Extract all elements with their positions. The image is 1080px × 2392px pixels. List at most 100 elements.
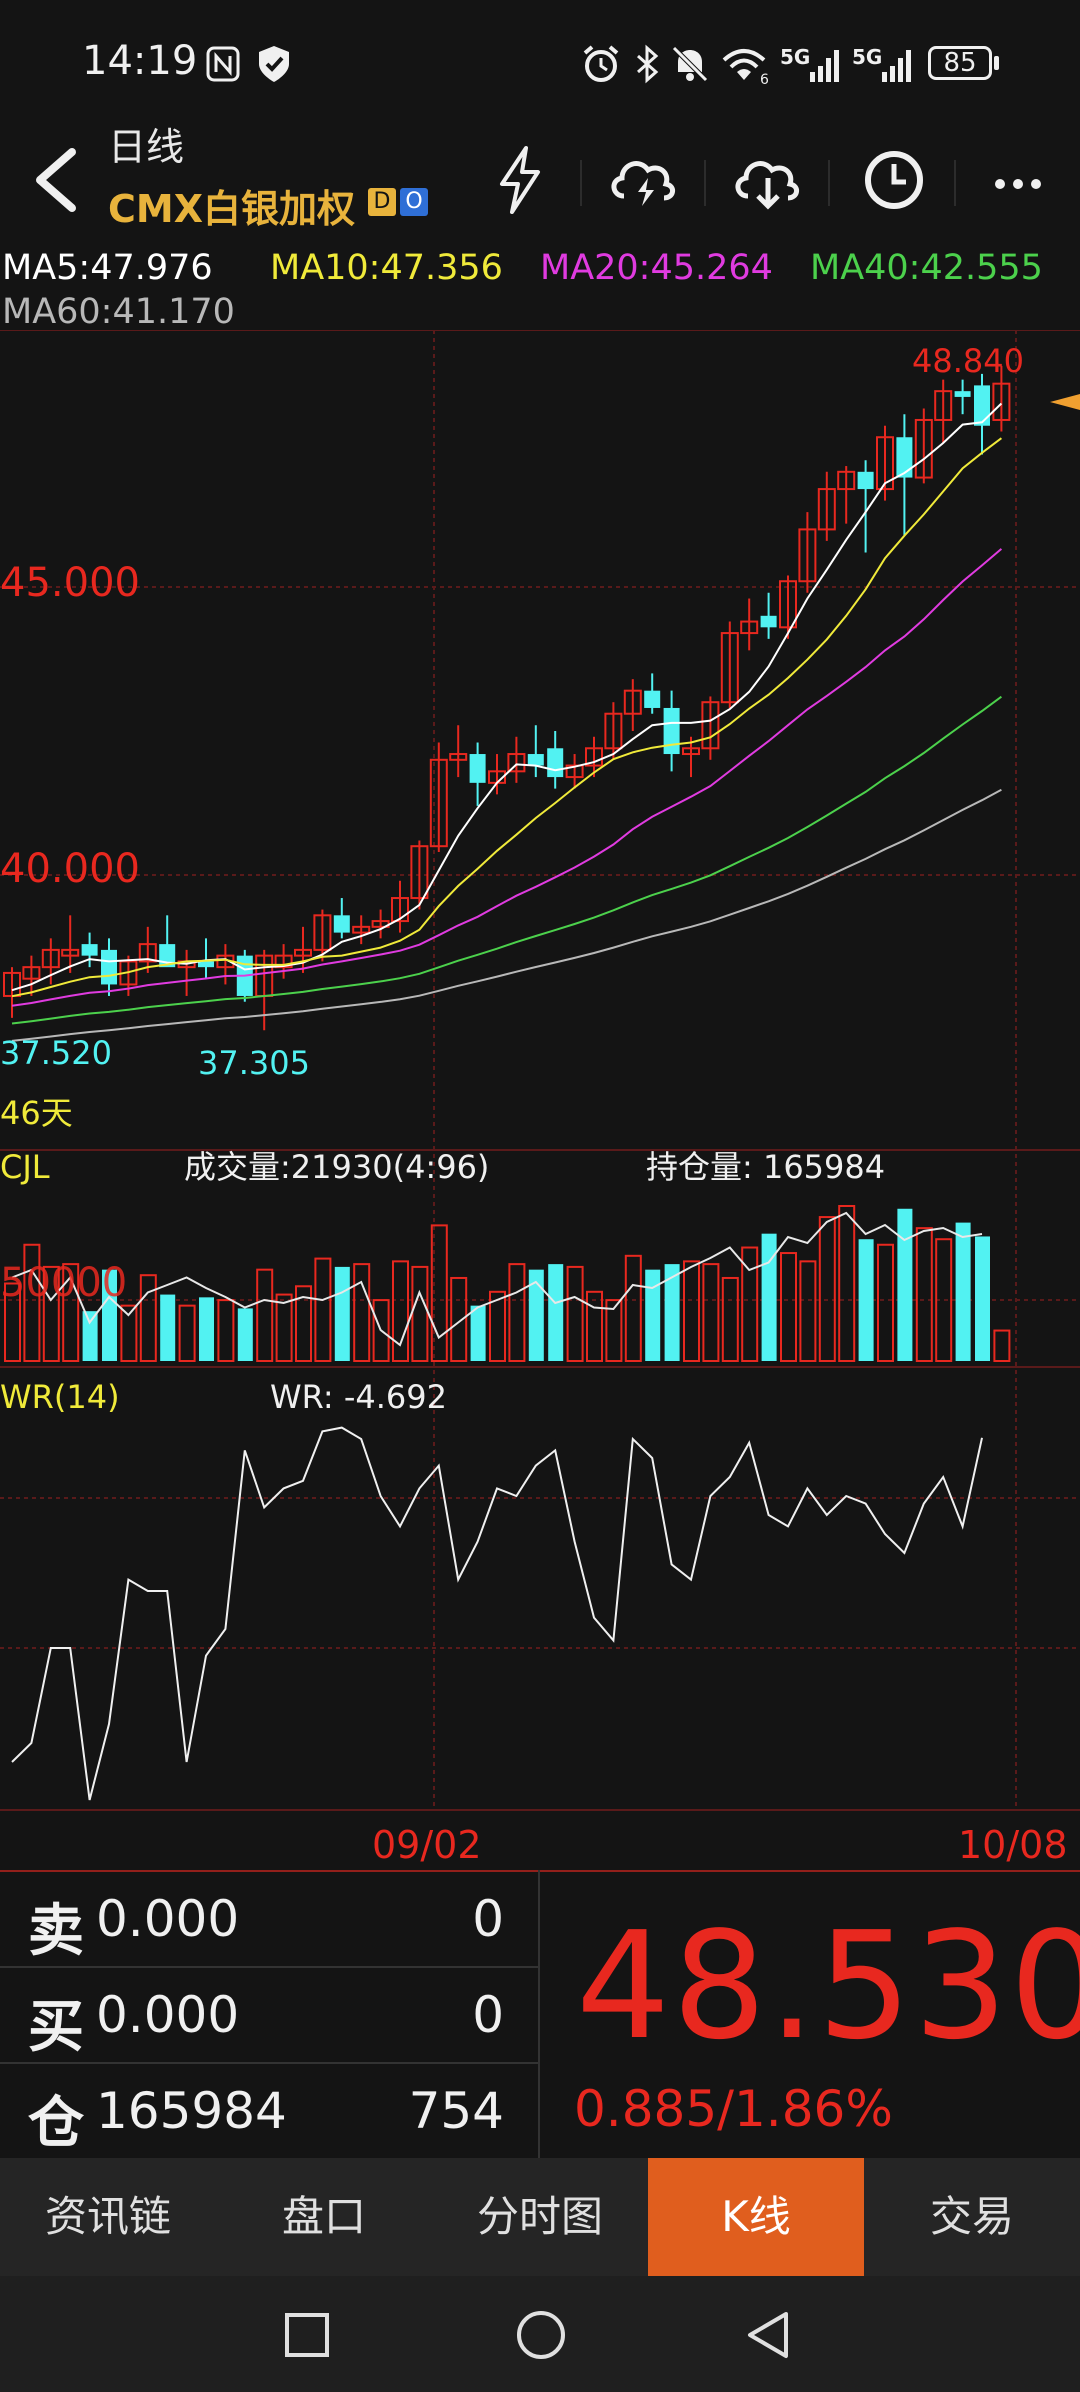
- volume-bar: [450, 1276, 468, 1363]
- open-interest-value: 持仓量: 165984: [646, 1148, 885, 1186]
- buy-row: 买 0.000 0: [0, 1966, 540, 2062]
- kline-chart[interactable]: 48.840 45.000 40.000 37.520 37.305 46天 C…: [0, 330, 1080, 1870]
- date-end-label: 10/08: [958, 1823, 1068, 1867]
- sell-price: 0.000: [96, 1890, 240, 1948]
- alarm-icon: [583, 45, 619, 82]
- svg-text:6: 6: [760, 72, 769, 86]
- volume-bar: [566, 1265, 584, 1363]
- status-bar: 14:19 6 5G 5G 85: [0, 0, 1080, 130]
- candle-body: [469, 754, 486, 783]
- more-icon[interactable]: [978, 140, 1058, 220]
- tab-news-chain[interactable]: 资讯链: [0, 2158, 216, 2276]
- cloud-upload-icon[interactable]: [604, 140, 684, 220]
- axis-label-40: 40.000: [0, 846, 140, 892]
- ma20-label: MA20:45.264: [540, 248, 773, 288]
- signal-5g-icon: 5G: [852, 45, 911, 82]
- volume-bar: [955, 1222, 971, 1361]
- volume-bar: [624, 1254, 642, 1362]
- last-price: 48.530: [576, 1900, 1080, 2072]
- volume-bar: [683, 1260, 700, 1362]
- sell-label: 卖: [28, 1899, 84, 1964]
- ma20-line: [11, 548, 1003, 1007]
- back-icon[interactable]: [24, 140, 84, 220]
- oi-label: 仓: [28, 2091, 84, 2156]
- buy-label: 买: [28, 1995, 84, 2060]
- candle-body: [974, 385, 990, 426]
- header-divider: [704, 160, 706, 206]
- volume-bar: [199, 1297, 214, 1361]
- oi-change: 754: [408, 2082, 504, 2140]
- wifi-6-icon: 6: [722, 49, 769, 86]
- volume-bar: [761, 1233, 777, 1361]
- volume-bar: [664, 1264, 680, 1361]
- volume-bar: [82, 1311, 98, 1361]
- volume-bar: [586, 1290, 603, 1363]
- volume-bar: [877, 1243, 894, 1362]
- header-divider: [954, 160, 956, 206]
- volume-bar: [858, 1239, 874, 1361]
- candle-body: [547, 748, 564, 778]
- shield-check-icon: [259, 46, 289, 82]
- volume-value: 成交量:21930(4:96): [184, 1148, 489, 1186]
- volume-bar: [702, 1263, 720, 1362]
- wr-panel-name: WR(14): [0, 1378, 120, 1416]
- last-price-marker: [1050, 394, 1080, 410]
- candle-body: [896, 437, 913, 478]
- candle-body: [857, 471, 874, 490]
- clock-icon[interactable]: [854, 140, 934, 220]
- home-icon[interactable]: [514, 2308, 568, 2362]
- volume-bar: [470, 1305, 486, 1361]
- candle-body: [663, 707, 680, 755]
- mute-icon: [672, 46, 708, 82]
- ma60-line: [11, 788, 1002, 1042]
- volume-bar: [799, 1260, 817, 1362]
- flash-icon[interactable]: [480, 140, 560, 220]
- buy-price: 0.000: [96, 1986, 240, 2044]
- back-nav-icon[interactable]: [744, 2308, 794, 2362]
- high-price-label: 48.840: [912, 342, 1024, 380]
- volume-bar: [178, 1304, 196, 1363]
- volume-bar: [780, 1252, 797, 1363]
- cloud-download-icon[interactable]: [728, 140, 808, 220]
- svg-text:5G: 5G: [780, 45, 810, 69]
- date-start-label: 09/02: [372, 1823, 482, 1867]
- buy-volume: 0: [472, 1986, 504, 2044]
- volume-bar: [217, 1299, 235, 1362]
- tab-time-share[interactable]: 分时图: [432, 2158, 648, 2276]
- volume-panel-name: CJL: [0, 1148, 50, 1186]
- volume-bar: [721, 1276, 739, 1363]
- volume-bar: [256, 1268, 274, 1362]
- volume-axis-label: 50000: [0, 1260, 127, 1306]
- instrument-name[interactable]: CMX白银加权: [108, 178, 355, 233]
- tab-order-book[interactable]: 盘口: [216, 2158, 432, 2276]
- header-divider: [828, 160, 830, 206]
- svg-text:5G: 5G: [852, 45, 882, 69]
- tab-kline[interactable]: K线: [648, 2158, 864, 2276]
- wr-value: WR: -4.692: [270, 1378, 447, 1416]
- volume-bar: [548, 1264, 564, 1361]
- volume-bar: [334, 1266, 350, 1361]
- volume-bar: [411, 1265, 429, 1363]
- volume-bar: [139, 1274, 157, 1362]
- ma5-label: MA5:47.976: [2, 248, 213, 288]
- tag-d-badge: D: [368, 188, 396, 216]
- volume-bar: [314, 1257, 332, 1363]
- signal-5g-icon: 5G: [780, 45, 839, 82]
- days-label: 46天: [0, 1094, 73, 1132]
- tab-trade[interactable]: 交易: [864, 2158, 1080, 2276]
- candle-body: [333, 915, 350, 933]
- candle-body: [527, 754, 544, 766]
- candle-body: [644, 690, 661, 708]
- nfc-icon: [206, 46, 240, 82]
- page-title: 日线: [108, 125, 185, 169]
- bluetooth-icon: [637, 44, 659, 84]
- volume-bar: [353, 1263, 371, 1362]
- sell-volume: 0: [472, 1890, 504, 1948]
- axis-label-45: 45.000: [0, 560, 140, 606]
- recents-icon[interactable]: [282, 2310, 332, 2360]
- bottom-tab-bar: 资讯链 盘口 分时图 K线 交易: [0, 2158, 1080, 2276]
- ma10-label: MA10:47.356: [270, 248, 503, 288]
- ma40-label: MA40:42.555: [810, 248, 1043, 288]
- oi-value: 165984: [96, 2082, 287, 2140]
- volume-bar: [160, 1294, 176, 1361]
